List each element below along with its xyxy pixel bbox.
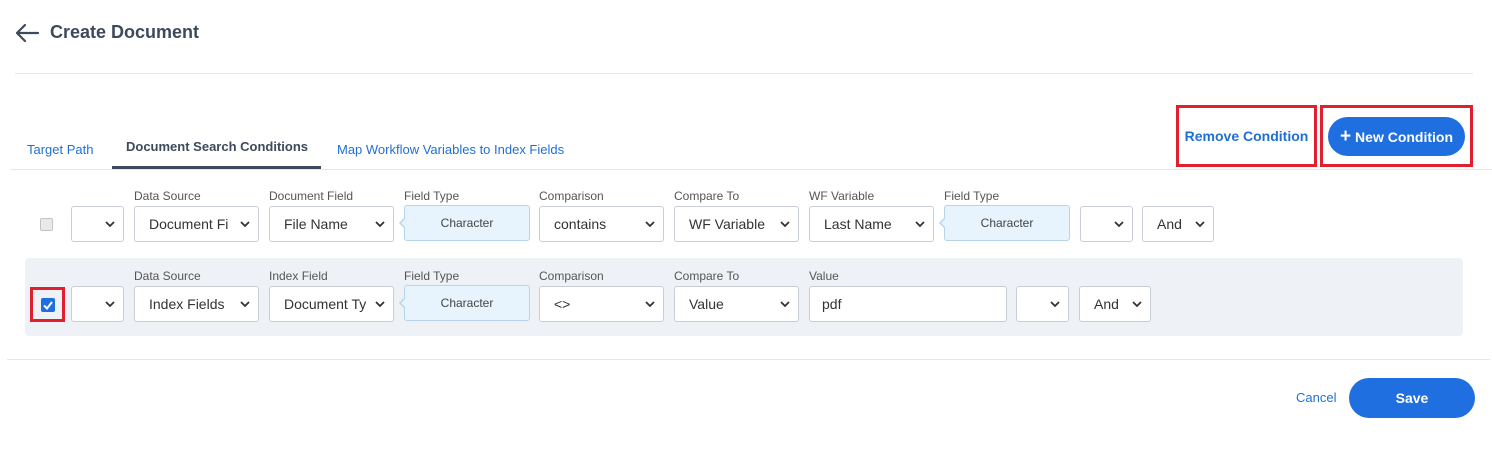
checkmark-icon [43,301,53,311]
row-checkbox[interactable] [40,218,53,231]
compare-to-label: Compare To [674,269,740,283]
remove-condition-button[interactable]: Remove Condition [1176,105,1317,167]
tab-target-path[interactable]: Target Path [27,142,94,157]
document-field-label: Document Field [269,189,354,203]
value-label: Value [809,269,839,283]
field-type-badge: Character [399,285,530,321]
chevron-down-icon [1132,301,1142,308]
data-source-label: Data Source [134,189,201,203]
value-field-type-label: Field Type [944,189,1000,203]
chevron-down-icon [240,301,250,308]
chevron-down-icon [1050,301,1060,308]
new-condition-button[interactable]: + New Condition [1328,117,1465,156]
conjunction-select[interactable]: And [1142,206,1214,242]
plus-icon: + [1339,126,1352,147]
save-button[interactable]: Save [1349,378,1475,418]
value-input[interactable]: pdf [809,286,1007,322]
value-field-type-badge: Character [939,205,1070,241]
compare-to-select[interactable]: WF Variable [674,206,799,242]
chevron-down-icon [375,301,385,308]
open-paren-select[interactable] [71,286,124,322]
comparison-label: Comparison [539,189,604,203]
chevron-down-icon [645,221,655,228]
row-checkbox-checked[interactable] [41,298,55,312]
wf-variable-label: WF Variable [809,189,875,203]
chevron-down-icon [105,221,115,228]
conjunction-select[interactable]: And [1079,286,1151,322]
footer-divider [7,359,1490,360]
back-arrow-icon[interactable] [14,22,40,44]
close-paren-select[interactable] [1080,206,1133,242]
chevron-down-icon [915,221,925,228]
chevron-down-icon [1114,221,1124,228]
index-field-label: Index Field [269,269,328,283]
data-source-label: Data Source [134,269,201,283]
new-condition-highlight: + New Condition [1320,105,1473,167]
chevron-down-icon [105,301,115,308]
document-field-select[interactable]: File Name [269,206,394,242]
field-type-badge: Character [399,205,530,241]
comparison-select[interactable]: contains [539,206,664,242]
comparison-select[interactable]: <> [539,286,664,322]
active-tab-indicator [112,166,321,169]
comparison-label: Comparison [539,269,604,283]
compare-to-select[interactable]: Value [674,286,799,322]
index-field-select[interactable]: Document Ty [269,286,394,322]
field-type-label: Field Type [404,269,460,283]
chevron-down-icon [240,221,250,228]
data-source-select[interactable]: Index Fields [134,286,259,322]
chevron-down-icon [1195,221,1205,228]
data-source-select[interactable]: Document Fi [134,206,259,242]
checkbox-highlight [30,287,65,322]
close-paren-select[interactable] [1016,286,1069,322]
tab-map-workflow-variables[interactable]: Map Workflow Variables to Index Fields [337,142,564,157]
tabs-divider [10,169,1492,170]
header-divider [15,73,1473,74]
cancel-button[interactable]: Cancel [1296,390,1336,405]
chevron-down-icon [780,221,790,228]
chevron-down-icon [780,301,790,308]
field-type-label: Field Type [404,189,460,203]
chevron-down-icon [645,301,655,308]
wf-variable-select[interactable]: Last Name [809,206,934,242]
new-condition-label: New Condition [1355,128,1454,145]
tab-document-search-conditions[interactable]: Document Search Conditions [126,139,308,154]
chevron-down-icon [375,221,385,228]
open-paren-select[interactable] [71,206,124,242]
page-title: Create Document [50,22,200,42]
compare-to-label: Compare To [674,189,740,203]
